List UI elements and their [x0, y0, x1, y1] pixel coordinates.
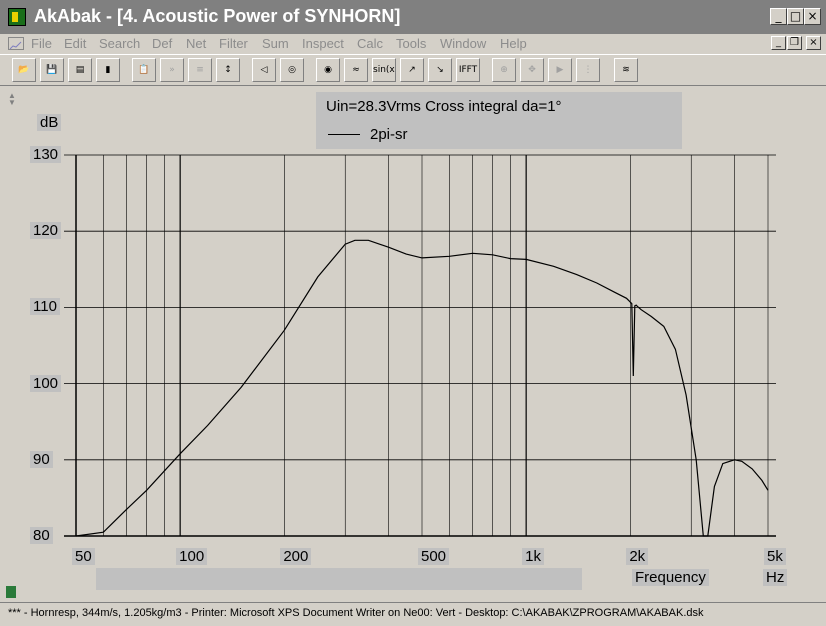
y-tick-label: 80	[30, 527, 53, 544]
x-tick-label: 1k	[522, 548, 544, 565]
y-tick-label: 120	[30, 222, 62, 240]
chart-legend: Uin=28.3Vrms Cross integral da=1° 2pi-sr	[316, 92, 682, 149]
y-tick-label: 90	[30, 450, 53, 468]
x-axis-label: Frequency	[632, 569, 709, 586]
x-tick-label: 50	[72, 548, 95, 565]
y-tick-label: 110	[30, 298, 60, 316]
corner-icon	[6, 586, 16, 598]
x-tick-label: 200	[280, 548, 312, 565]
y-axis-label: dB	[37, 114, 62, 131]
status-text: *** - Hornresp, 344m/s, 1.205kg/m3 - Pri…	[8, 607, 704, 619]
x-axis-unit: Hz	[763, 569, 788, 586]
status-bar: *** - Hornresp, 344m/s, 1.205kg/m3 - Pri…	[0, 602, 826, 626]
chart-title: Uin=28.3Vrms Cross integral da=1°	[326, 98, 562, 115]
x-tick-label: 500	[418, 548, 450, 565]
legend-line-swatch	[328, 134, 360, 135]
x-tick-label: 5k	[764, 548, 786, 565]
y-tick-label: 100	[30, 374, 62, 392]
legend-series-label: 2pi-sr	[370, 126, 408, 143]
y-tick-label: 130	[30, 146, 62, 163]
x-tick-label: 100	[176, 548, 208, 565]
horizontal-scroll-bar[interactable]	[96, 568, 582, 590]
x-tick-label: 2k	[626, 548, 649, 565]
